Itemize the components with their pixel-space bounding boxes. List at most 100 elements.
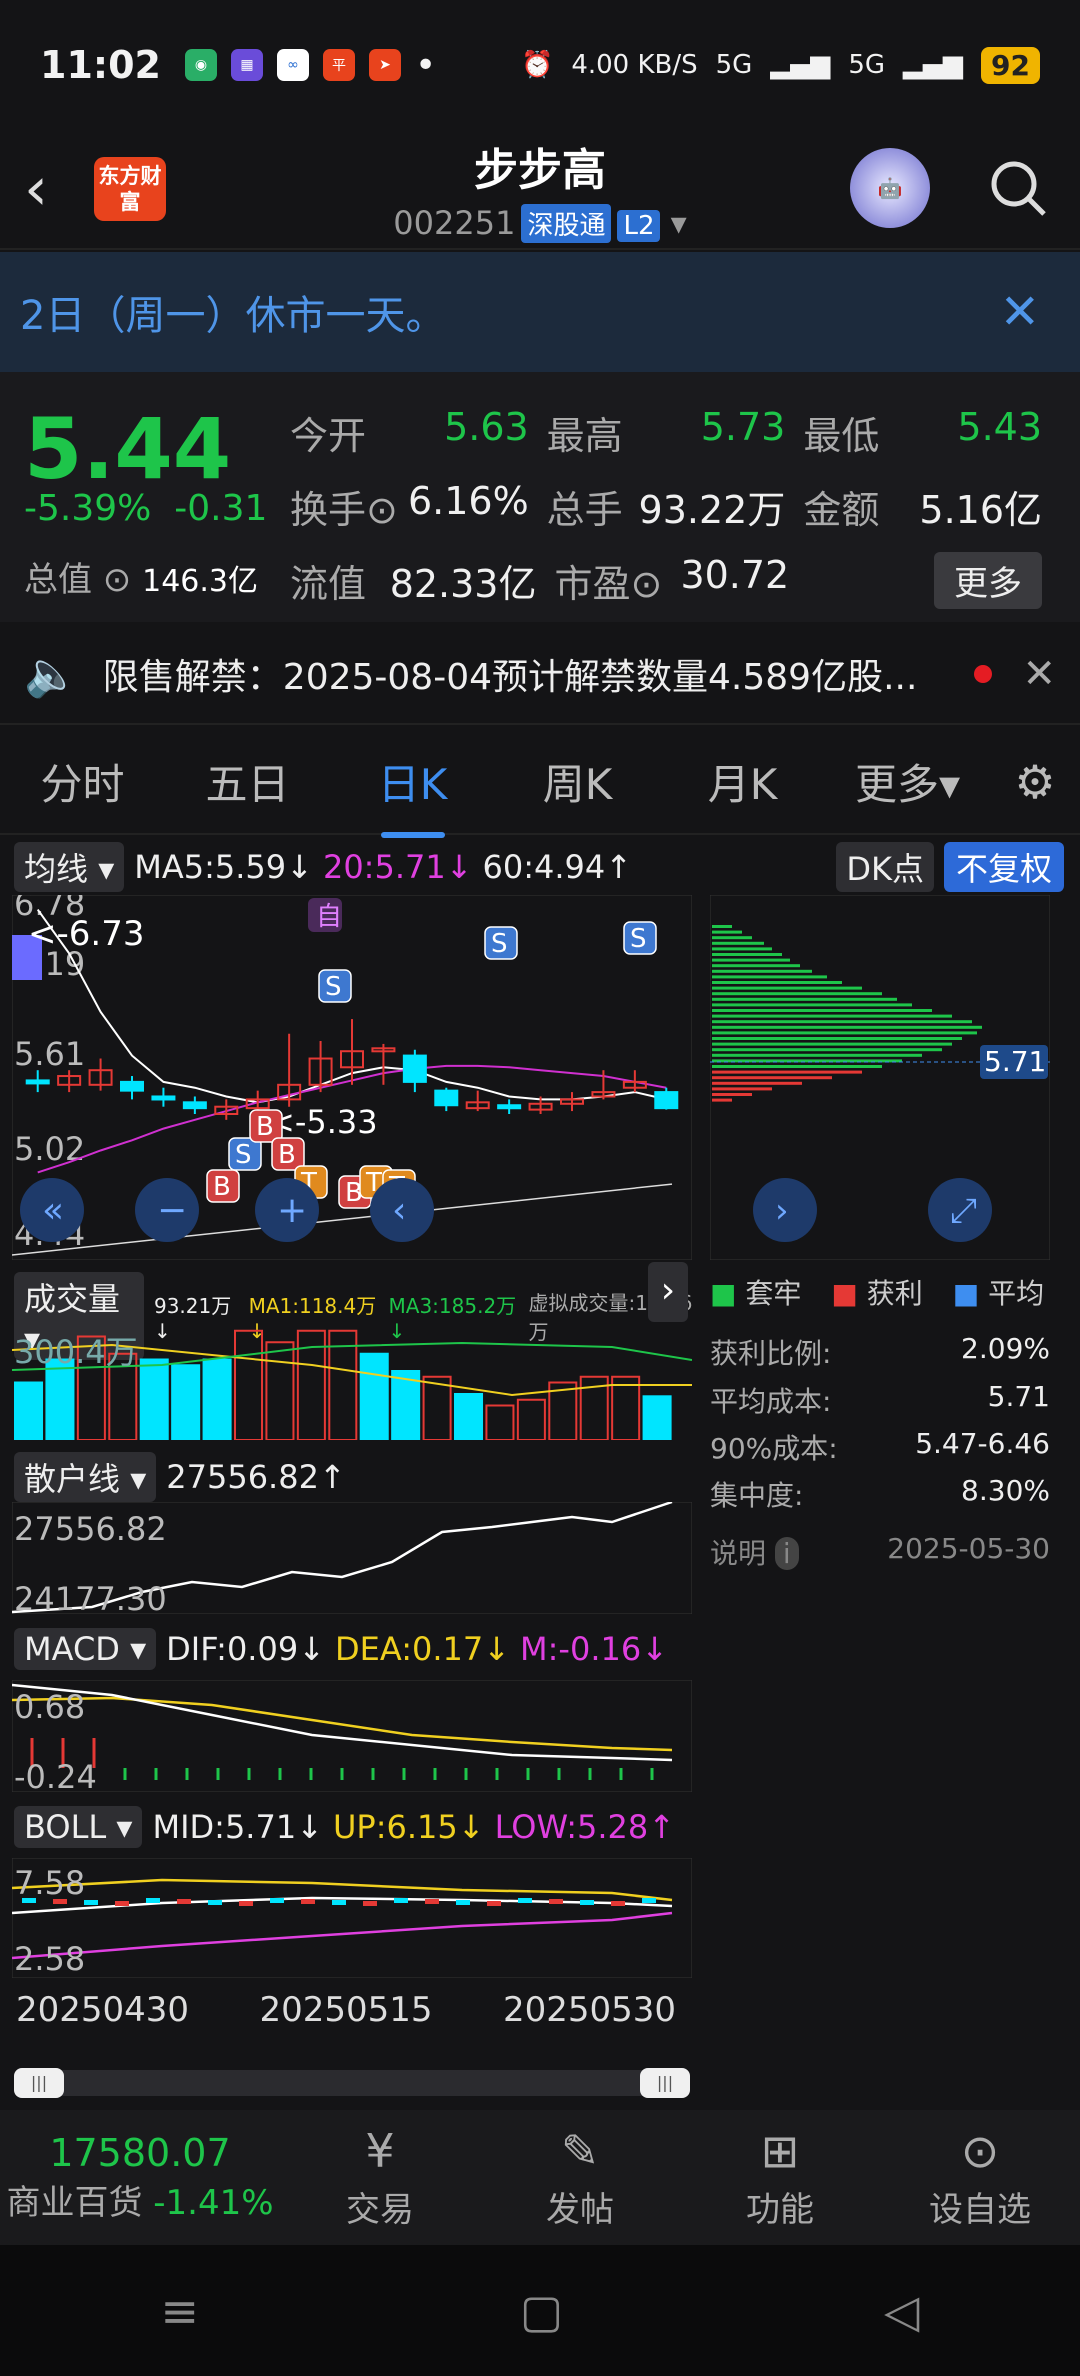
signal-5g: 5G xyxy=(715,50,753,80)
settings-gear-icon[interactable]: ⚙ xyxy=(990,755,1080,809)
signal-label: S xyxy=(491,929,508,959)
boll-up-line xyxy=(12,1878,673,1902)
close-icon[interactable]: ✕ xyxy=(1022,651,1056,697)
boll-candle xyxy=(363,1901,377,1906)
ma-selector[interactable]: 均线 ▾ xyxy=(14,842,125,892)
volume: 93.22万 xyxy=(638,487,786,532)
self-tag: 自 xyxy=(316,902,342,932)
shenzhen-connect-tag: 深股通 xyxy=(521,204,612,243)
unlock-alert[interactable]: 🔈 限售解禁：2025-08-04预计解禁数量4.589亿股... ✕ xyxy=(0,625,1080,725)
boll-candle xyxy=(549,1899,563,1904)
add-watchlist-button[interactable]: ⊙ 设自选 xyxy=(880,2124,1080,2231)
app-icon: ▦ xyxy=(230,49,263,81)
post-button[interactable]: ✎ 发帖 xyxy=(480,2124,680,2231)
boll-candle xyxy=(332,1900,346,1905)
volume-bar xyxy=(454,1393,484,1440)
home-icon[interactable]: ▢ xyxy=(520,2284,563,2338)
boll-candle xyxy=(611,1901,625,1906)
chip-bar xyxy=(712,1076,832,1080)
chip-bar xyxy=(712,997,897,1001)
range-scrollbar[interactable]: ||| ||| xyxy=(14,2068,690,2098)
trade-button[interactable]: ¥ 交易 xyxy=(280,2124,480,2231)
total-value: 总值 ⊙ 146.3亿 xyxy=(24,560,258,600)
notice-banner[interactable]: 2日（周一）休市一天。 ✕ xyxy=(0,252,1080,372)
close-icon[interactable]: ✕ xyxy=(1000,284,1040,340)
amount: 5.16亿 xyxy=(919,487,1043,532)
boll-low-line xyxy=(12,1911,673,1960)
candle xyxy=(434,1089,459,1107)
tab-monthly[interactable]: 月K xyxy=(660,751,825,812)
volume-bar xyxy=(171,1364,201,1440)
chart-nav-icon: ‹ xyxy=(392,1190,406,1231)
chip-bar xyxy=(712,964,800,968)
boll-selector[interactable]: BOLL ▾ xyxy=(14,1806,143,1848)
chip-bar xyxy=(712,1009,932,1012)
l2-tag: L2 xyxy=(617,210,661,242)
speaker-icon: 🔈 xyxy=(24,649,79,700)
signal-icon: ▂▄▆ xyxy=(770,50,831,80)
function-button[interactable]: ⊞ 功能 xyxy=(680,2124,880,2231)
alert-text: 限售解禁：2025-08-04预计解禁数量4.589亿股... xyxy=(102,657,918,698)
range-handle-left[interactable]: ||| xyxy=(14,2068,64,2098)
tab-weekly[interactable]: 周K xyxy=(495,751,660,812)
tab-5day[interactable]: 五日 xyxy=(165,751,330,812)
back-nav-icon[interactable]: ◁ xyxy=(884,2284,919,2338)
no-adjust-button[interactable]: 不复权 xyxy=(943,842,1064,892)
signal-5g-2: 5G xyxy=(848,50,886,80)
boll-candle xyxy=(146,1898,160,1903)
signal-label: S xyxy=(630,924,647,954)
signal-label: B xyxy=(256,1112,274,1142)
volume-bar xyxy=(234,1329,264,1440)
grid-icon: ⊞ xyxy=(760,2124,800,2178)
candle xyxy=(25,1079,50,1085)
info-icon: ⊙ xyxy=(366,487,398,532)
menu-icon[interactable]: ≡ xyxy=(160,2284,199,2338)
chart-nav-icon: « xyxy=(42,1190,64,1231)
chip-bar xyxy=(712,1020,972,1024)
tab-daily[interactable]: 日K xyxy=(330,751,495,838)
status-bar: 11:02 ◉ ▦ ∞ 平 ➤ • ⏰ 4.00 KB/S 5G ▂▄▆ 5G … xyxy=(0,0,1080,130)
retail-bar: 散户线 ▾ 27556.82↑ xyxy=(14,1452,694,1502)
range-handle-right[interactable]: ||| xyxy=(640,2068,690,2098)
dk-button[interactable]: DK点 xyxy=(836,842,934,892)
macd-chart: 0.68 -0.24 xyxy=(12,1680,692,1792)
y-tick-label: 5.02 xyxy=(14,1130,85,1168)
retail-selector[interactable]: 散户线 ▾ xyxy=(14,1452,157,1502)
more-dot-icon: • xyxy=(414,44,437,86)
tab-intraday[interactable]: 分时 xyxy=(0,751,165,812)
wechat-icon: ◉ xyxy=(184,49,217,81)
robot-avatar-icon[interactable]: 🤖 xyxy=(850,148,930,228)
quote-grid: 今开 5.63 最高 5.73 最低 5.43 换手⊙ 6.16% 总手 93.22万 金… xyxy=(290,395,1060,617)
macd-y-bot: -0.24 xyxy=(14,1758,97,1792)
period-tabs: 分时 五日 日K 周K 月K 更多▾ ⚙ xyxy=(0,730,1080,838)
more-button[interactable]: 更多 xyxy=(933,551,1042,609)
chip-bar xyxy=(712,941,764,945)
bottom-nav: 17580.07 商业百货 -1.41% ¥ 交易 ✎ 发帖 ⊞ 功能 ⊙ 设自选 xyxy=(0,2110,1080,2245)
info-icon: i xyxy=(774,1537,799,1570)
ma5: MA5:5.59↓ xyxy=(134,848,313,886)
system-nav: ≡ ▢ ◁ xyxy=(0,2245,1080,2376)
volume-bar xyxy=(642,1395,672,1440)
kline-chart[interactable]: 6.786.195.615.024.44<-6.73<-5.33自BSBBTBT… xyxy=(12,895,692,1260)
candle xyxy=(120,1080,144,1092)
top-bar: ‹ 东方财富 步步高 002251 深股通 L2 ▾ 🤖 xyxy=(0,130,1080,250)
alarm-icon: ⏰ xyxy=(520,50,554,80)
high-price: 5.73 xyxy=(700,404,786,449)
boll-candle xyxy=(394,1898,408,1903)
macd-y-top: 0.68 xyxy=(14,1688,85,1726)
expand-arrow-icon[interactable]: › xyxy=(648,1262,688,1322)
low-marker: <-5.33 xyxy=(268,1103,378,1141)
chip-note[interactable]: 说明 i 2025-05-30 xyxy=(710,1532,1050,1572)
search-icon[interactable] xyxy=(986,156,1050,220)
boll-candle xyxy=(301,1899,315,1904)
chip-bar xyxy=(712,1065,882,1068)
avg-cost-tag: 5.71 xyxy=(984,1045,1046,1078)
index-ticker[interactable]: 17580.07 商业百货 -1.41% xyxy=(0,2131,280,2224)
chart-nav-icon: › xyxy=(775,1191,789,1231)
macd-selector[interactable]: MACD ▾ xyxy=(14,1628,157,1670)
chip-bar xyxy=(712,958,790,962)
tab-more[interactable]: 更多▾ xyxy=(825,751,990,812)
dif-line xyxy=(12,1683,673,1762)
chip-legend: ■ 套牢 ■ 获利 ■ 平均 xyxy=(710,1277,1045,1310)
boll-candle xyxy=(425,1899,439,1904)
